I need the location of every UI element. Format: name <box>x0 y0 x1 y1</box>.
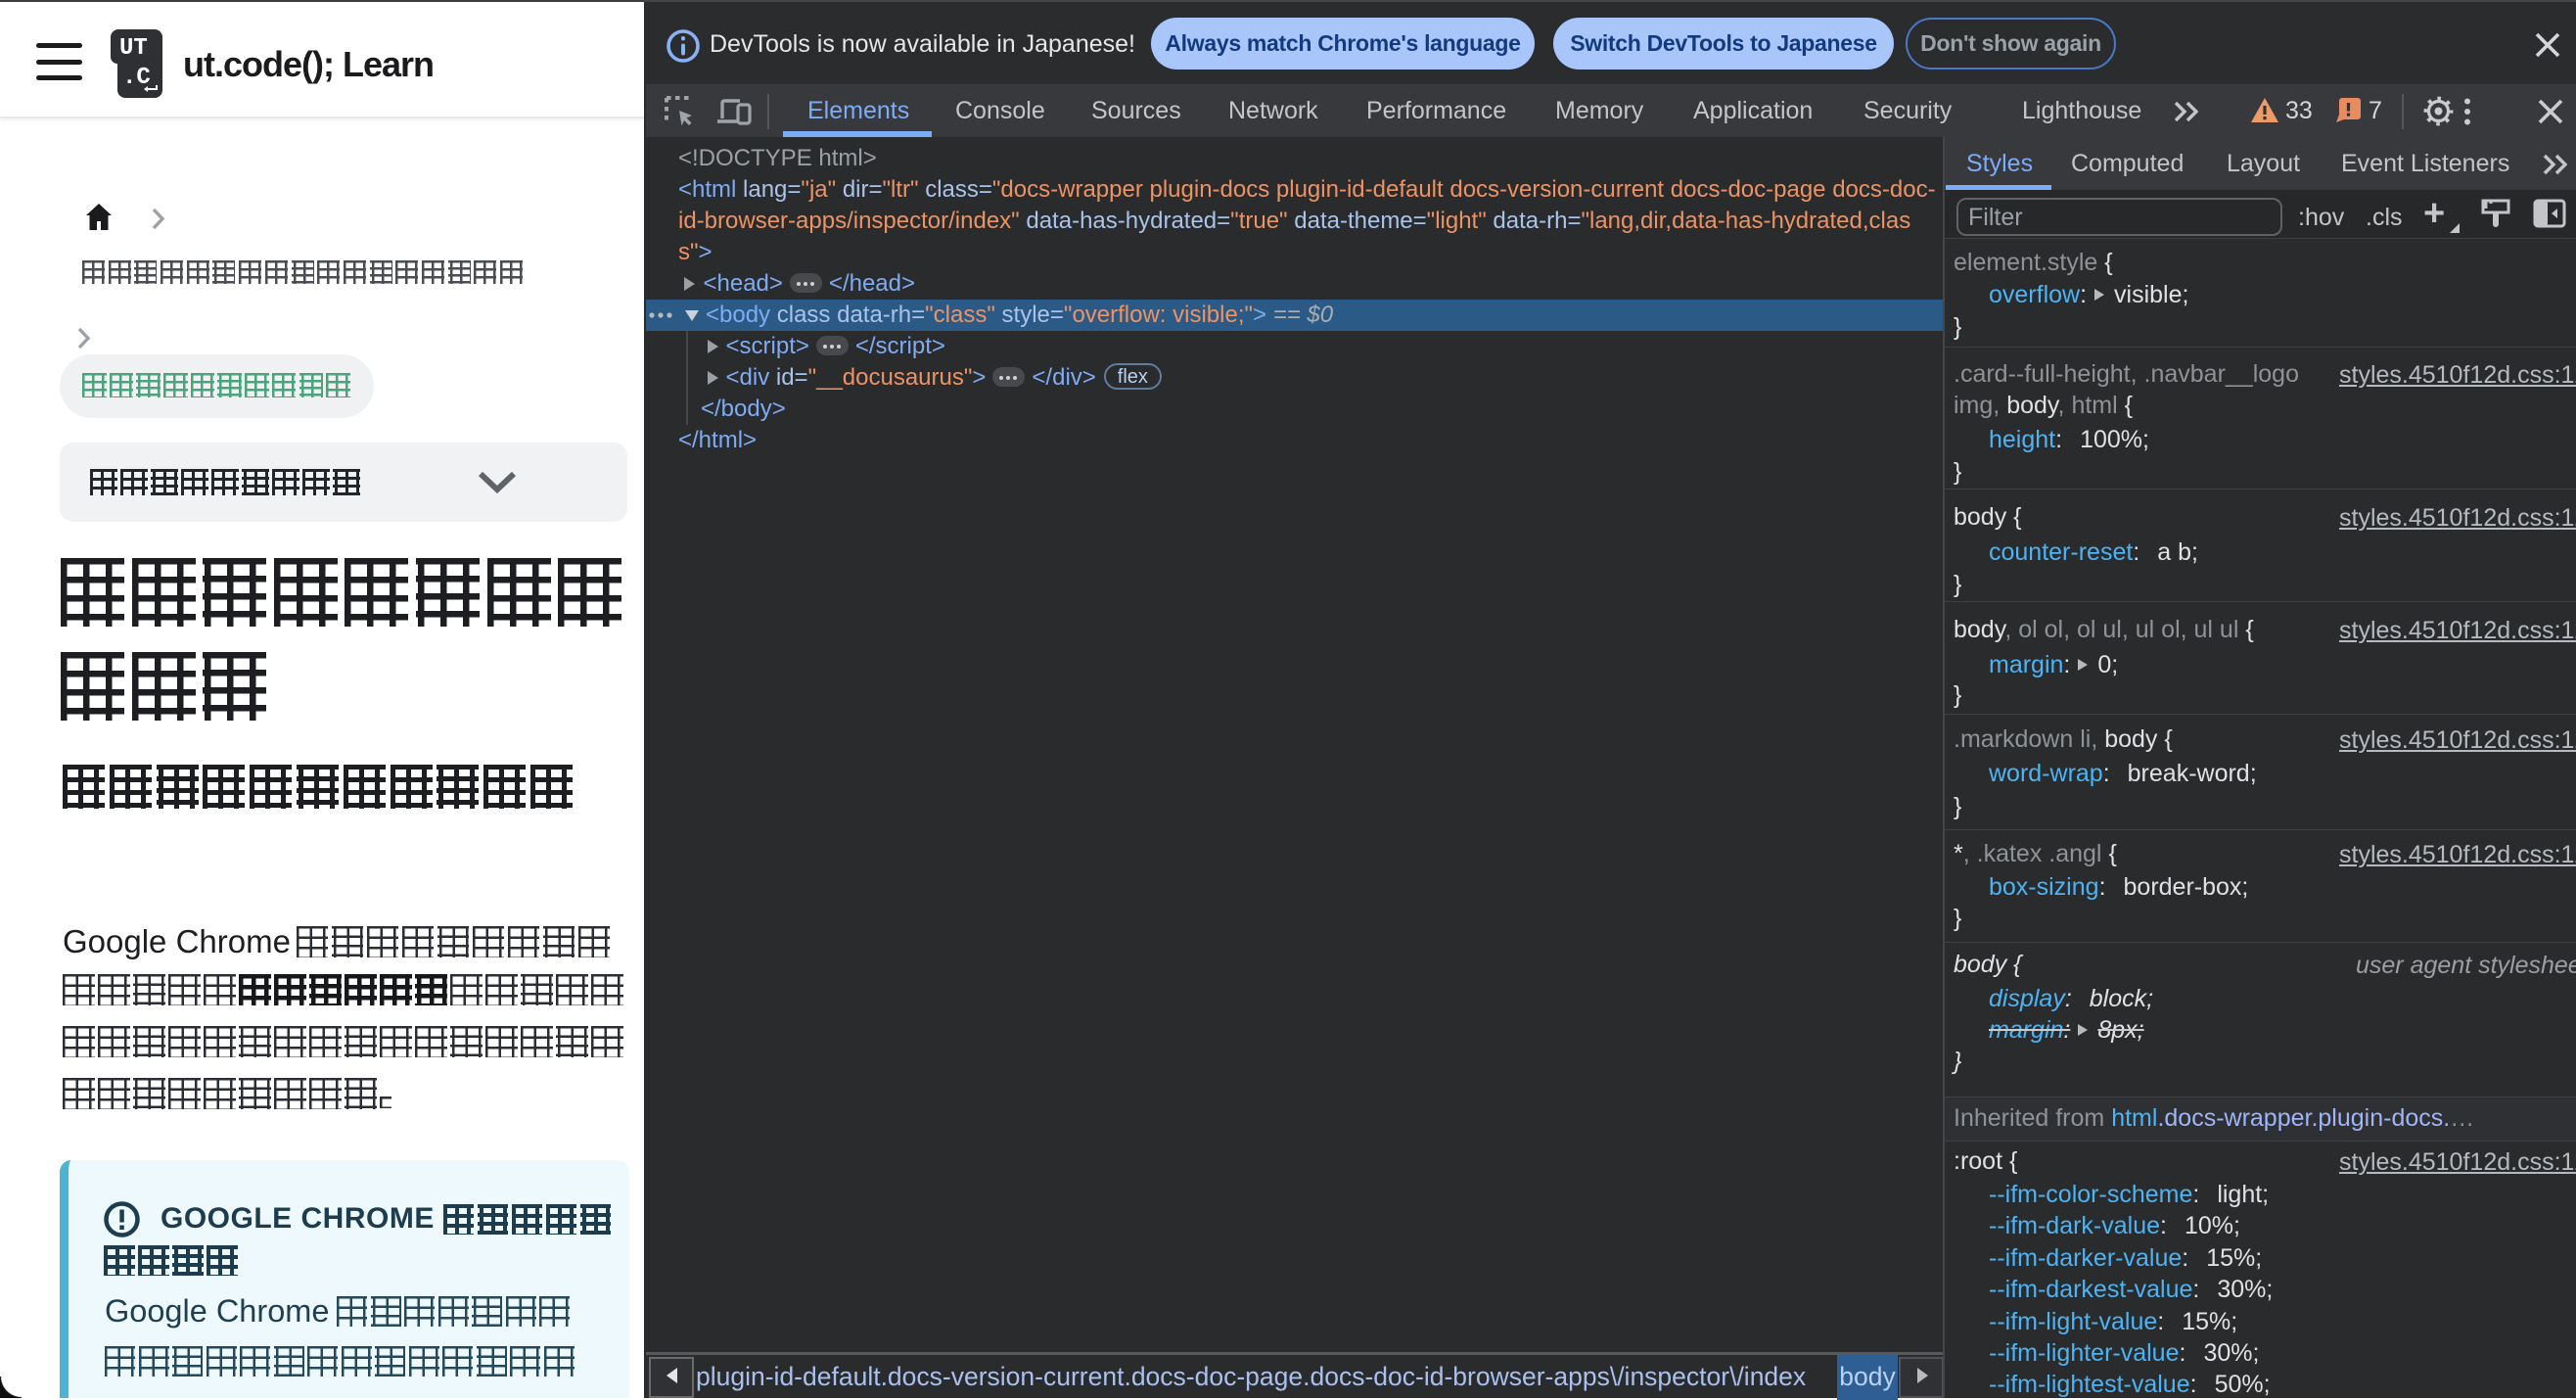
svg-text:UT: UT <box>119 35 148 62</box>
svg-text:.C: .C <box>122 65 151 91</box>
